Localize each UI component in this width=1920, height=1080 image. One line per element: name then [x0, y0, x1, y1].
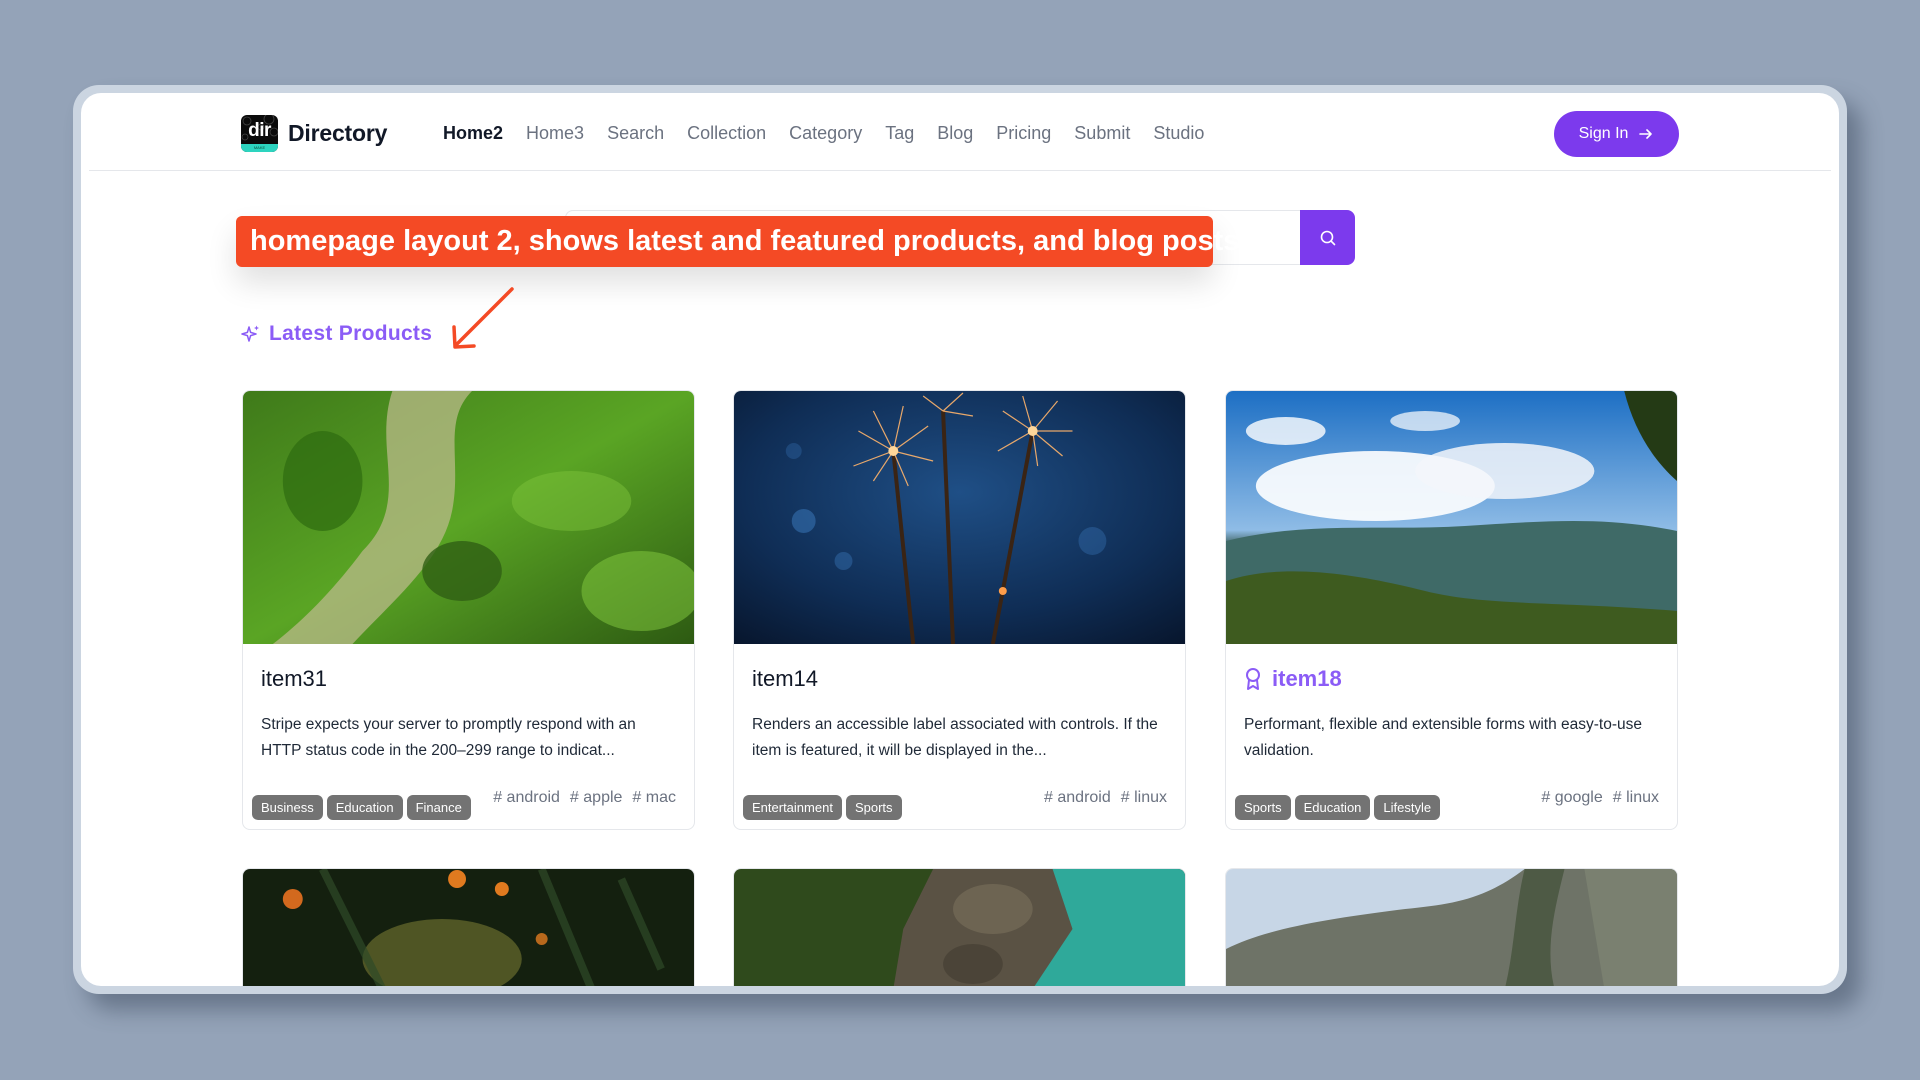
award-icon [1246, 668, 1260, 690]
nav-submit[interactable]: Submit [1074, 121, 1130, 145]
nav-collection[interactable]: Collection [687, 121, 766, 145]
nav-blog[interactable]: Blog [937, 121, 973, 145]
product-image [243, 869, 694, 986]
product-card[interactable] [242, 868, 695, 986]
category-badge[interactable]: Business [252, 795, 323, 820]
product-description: Stripe expects your server to promptly r… [261, 716, 636, 759]
product-image [1226, 391, 1677, 644]
nav-home2[interactable]: Home2 [443, 121, 503, 145]
product-image [734, 869, 1185, 986]
nav-home3[interactable]: Home3 [526, 121, 584, 145]
category-list: Entertainment Sports [743, 795, 902, 820]
tag-link[interactable]: # google [1541, 789, 1602, 807]
product-image [734, 391, 1185, 644]
logo[interactable]: dir MAKE Directory [241, 115, 387, 152]
category-list: Sports Education Lifestyle [1235, 795, 1441, 820]
category-badge[interactable]: Lifestyle [1374, 795, 1441, 820]
product-title[interactable]: item18 [1244, 664, 1659, 694]
sign-in-label: Sign In [1578, 125, 1629, 142]
product-card[interactable] [733, 868, 1186, 986]
tag-link[interactable]: # linux [1613, 789, 1659, 807]
product-image [243, 391, 694, 644]
header-divider [89, 170, 1831, 171]
tag-link[interactable]: # apple [570, 789, 623, 807]
main-nav: Home2 Home3 Search Collection Category T… [443, 121, 1227, 145]
category-badge[interactable]: Entertainment [743, 795, 842, 820]
product-card[interactable]: Entertainment Sports item14 Renders an a… [733, 390, 1186, 830]
tag-link[interactable]: # android [1044, 789, 1111, 807]
tag-list: # google # linux [1541, 789, 1659, 807]
product-card-featured[interactable]: Sports Education Lifestyle item18 Perfor… [1225, 390, 1678, 830]
product-description: Performant, flexible and extensible form… [1244, 716, 1643, 759]
product-title[interactable]: item31 [261, 664, 676, 694]
nav-category[interactable]: Category [789, 121, 862, 145]
browser-viewport: dir MAKE Directory Home2 Home3 Search Co… [81, 93, 1839, 986]
nav-search[interactable]: Search [607, 121, 664, 145]
tag-link[interactable]: # linux [1121, 789, 1167, 807]
tag-link[interactable]: # android [493, 789, 560, 807]
product-card[interactable] [1225, 868, 1678, 986]
sign-in-button[interactable]: Sign In [1554, 111, 1679, 157]
logo-icon: dir MAKE [241, 115, 278, 152]
site-header: dir MAKE Directory Home2 Home3 Search Co… [81, 93, 1839, 171]
product-title[interactable]: item14 [752, 664, 1167, 694]
screenshot-frame: dir MAKE Directory Home2 Home3 Search Co… [73, 85, 1847, 994]
tag-link[interactable]: # mac [632, 789, 676, 807]
arrow-right-icon [1639, 129, 1653, 139]
brand-name: Directory [288, 120, 388, 146]
category-badge[interactable]: Finance [406, 795, 471, 820]
category-badge[interactable]: Sports [845, 795, 902, 820]
product-card[interactable]: Business Education Finance item31 Stripe… [242, 390, 695, 830]
sparkles-icon [241, 325, 259, 342]
category-list: Business Education Finance [252, 795, 471, 820]
search-button[interactable] [1300, 210, 1355, 265]
latest-products-heading: Latest Products [241, 322, 432, 346]
product-description: Renders an accessible label associated w… [752, 716, 1158, 759]
nav-tag[interactable]: Tag [885, 121, 914, 145]
product-image [1226, 869, 1677, 986]
tag-list: # android # linux [1044, 789, 1167, 807]
category-badge[interactable]: Sports [1235, 795, 1291, 820]
search-icon [1320, 230, 1335, 245]
nav-pricing[interactable]: Pricing [996, 121, 1051, 145]
category-badge[interactable]: Education [1294, 795, 1371, 820]
annotation-label: homepage layout 2, shows latest and feat… [236, 216, 1239, 267]
tag-list: # android # apple # mac [493, 789, 676, 807]
category-badge[interactable]: Education [326, 795, 403, 820]
nav-studio[interactable]: Studio [1153, 121, 1204, 145]
annotation-arrow-icon [452, 287, 514, 349]
